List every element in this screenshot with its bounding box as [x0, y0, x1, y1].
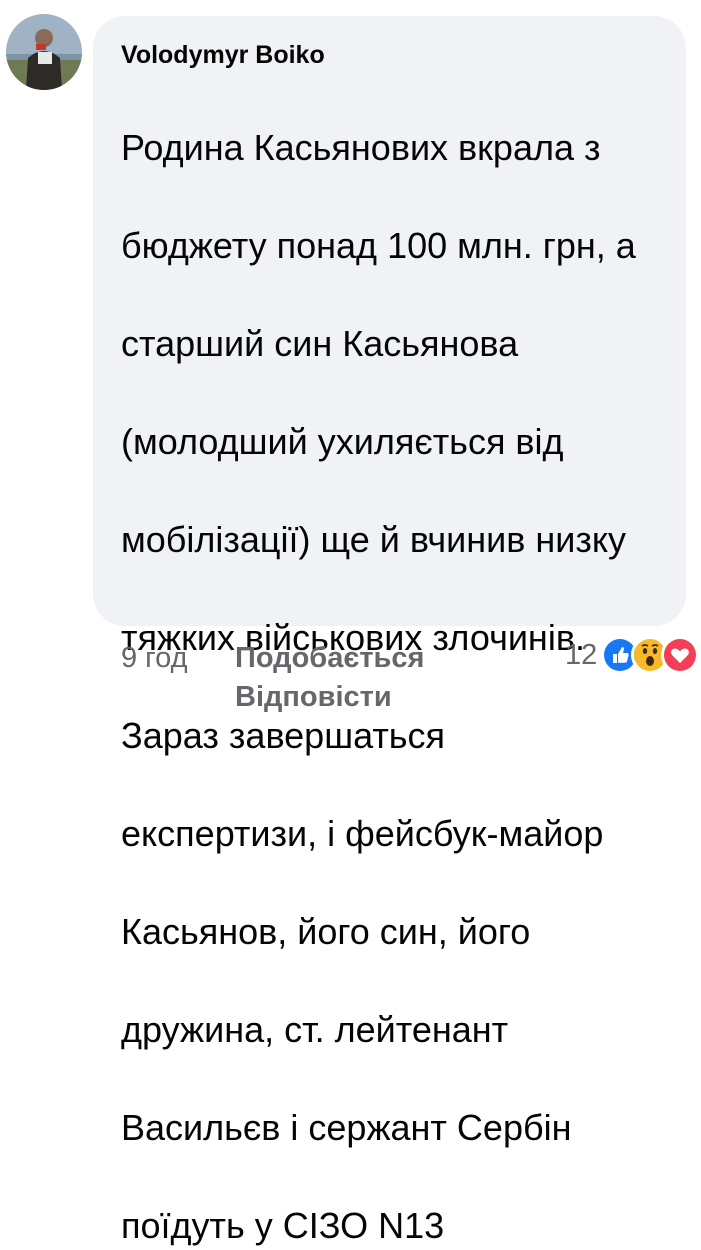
comment-bubble: Volodymyr Boiko Родина Касьянових вкрала… — [93, 16, 686, 1246]
avatar[interactable] — [6, 14, 82, 90]
comment-text-line: дружина, ст. лейтенант — [121, 1009, 509, 1050]
reaction-icons — [601, 636, 700, 674]
comment-text-line: Родина Касьянових вкрала з — [121, 127, 601, 168]
comment-text-line: поїдуть у СІЗО N13 — [121, 1205, 445, 1246]
comment-text-line: Васильєв і сержант Сербін — [121, 1107, 572, 1148]
comment-text-line: Зараз завершаться — [121, 715, 446, 756]
comment-timestamp[interactable]: 9 год — [121, 640, 188, 676]
reaction-count: 12 — [565, 638, 598, 671]
author-name[interactable]: Volodymyr Boiko — [121, 40, 658, 70]
comment-text-line: бюджету понад 100 млн. грн, а — [121, 225, 636, 266]
comment-text-line: експертизи, і фейсбук-майор — [121, 813, 604, 854]
comment-text-line: Касьянов, його син, його — [121, 911, 531, 952]
comment-text-line: мобілізації) ще й вчинив низку — [121, 519, 627, 560]
comment-text-line: (молодший ухиляється від — [121, 421, 564, 462]
reply-button[interactable]: Відповісти — [235, 679, 392, 715]
comment-text-line: старший син Касьянова — [121, 323, 519, 364]
reactions-summary[interactable]: 12 — [565, 633, 700, 677]
love-icon — [661, 636, 700, 674]
like-button[interactable]: Подобається — [235, 640, 424, 676]
